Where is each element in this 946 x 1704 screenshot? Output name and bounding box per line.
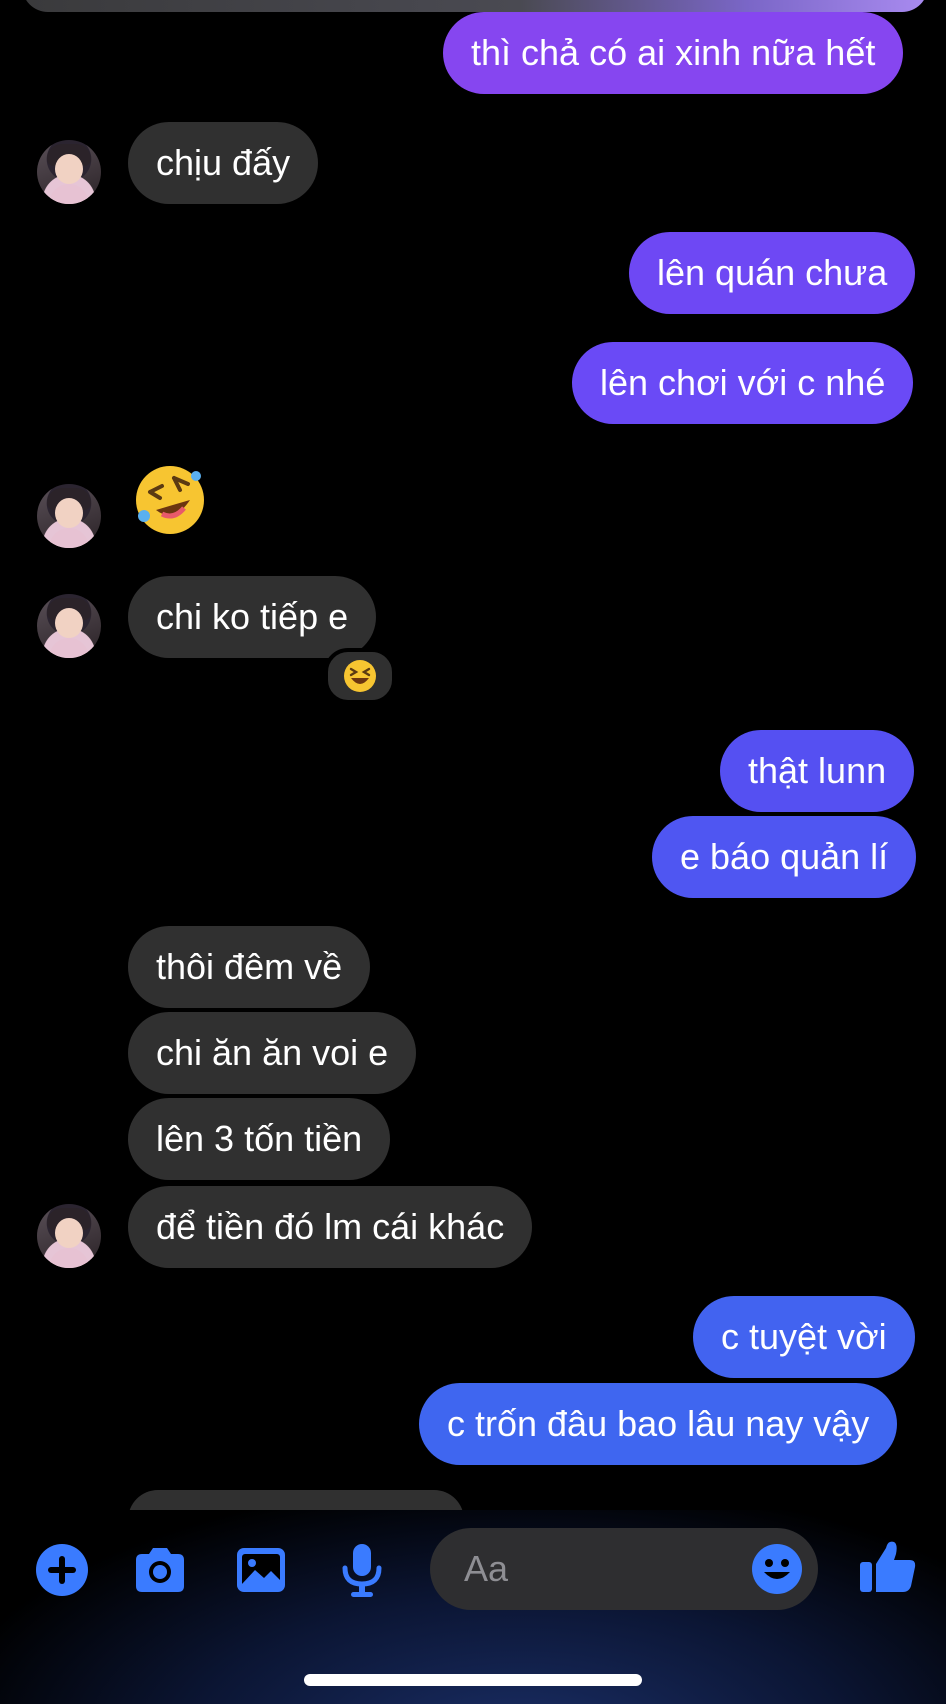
message-composer[interactable] bbox=[430, 1528, 818, 1610]
camera-icon[interactable] bbox=[130, 1540, 190, 1600]
home-indicator[interactable] bbox=[304, 1674, 642, 1686]
previous-message-edge bbox=[22, 0, 928, 12]
incoming-message[interactable]: để tiền đó lm cái khác bbox=[128, 1186, 533, 1268]
contact-avatar[interactable] bbox=[37, 140, 101, 204]
outgoing-message[interactable]: lên quán chưa bbox=[629, 232, 916, 314]
message-reaction[interactable] bbox=[324, 648, 396, 704]
contact-avatar[interactable] bbox=[37, 484, 101, 548]
outgoing-message[interactable]: lên chơi với c nhé bbox=[572, 342, 914, 424]
incoming-message[interactable]: chịu đấy bbox=[128, 122, 319, 204]
incoming-message[interactable]: thôi đêm về bbox=[128, 926, 371, 1008]
contact-avatar[interactable] bbox=[37, 594, 101, 658]
contact-avatar[interactable] bbox=[37, 1204, 101, 1268]
outgoing-message[interactable]: e báo quản lí bbox=[652, 816, 917, 898]
gallery-icon[interactable] bbox=[231, 1540, 291, 1600]
outgoing-message[interactable]: thật lunn bbox=[720, 730, 915, 812]
outgoing-message[interactable]: c tuyệt vời bbox=[693, 1296, 915, 1378]
incoming-message[interactable]: chi ko tiếp e bbox=[128, 576, 377, 658]
plus-icon[interactable] bbox=[32, 1540, 92, 1600]
outgoing-message[interactable]: thì chả có ai xinh nữa hết bbox=[443, 12, 904, 94]
outgoing-message[interactable]: c trốn đâu bao lâu nay vậy bbox=[419, 1383, 898, 1465]
microphone-icon[interactable] bbox=[332, 1540, 392, 1600]
emoji-icon[interactable] bbox=[750, 1542, 804, 1596]
message-input[interactable] bbox=[464, 1528, 724, 1610]
grinning-squinting-face-icon bbox=[344, 660, 376, 692]
rolling-on-floor-laughing-emoji[interactable] bbox=[132, 462, 208, 538]
incoming-message[interactable]: lên 3 tốn tiền bbox=[128, 1098, 391, 1180]
thumbs-up-icon[interactable] bbox=[856, 1534, 920, 1598]
incoming-message[interactable]: chi ăn ăn voi e bbox=[128, 1012, 417, 1094]
